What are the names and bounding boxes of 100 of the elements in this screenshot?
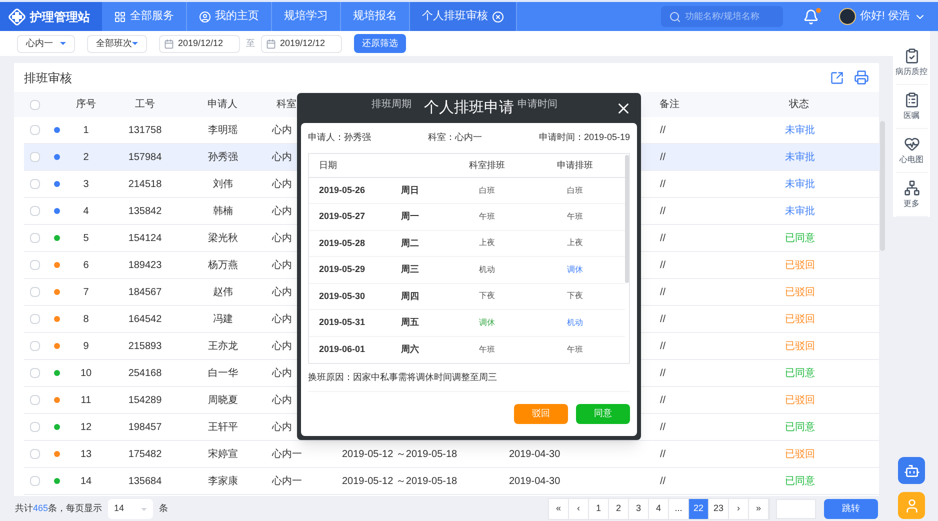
date-text: 2019-05-28 xyxy=(318,236,366,250)
remark-text: // xyxy=(660,260,666,270)
row-number: 9 xyxy=(83,340,89,352)
department-text: 心内 xyxy=(272,260,292,270)
department-text: 心内 xyxy=(272,286,292,298)
department-text: 心内 xyxy=(272,340,292,352)
department-text: 心内一 xyxy=(272,448,302,460)
weekday-text: 周一 xyxy=(401,210,420,224)
status-text: 已同意 xyxy=(785,368,815,378)
weekday-text: 周二 xyxy=(401,236,420,250)
column-header: 申请排班 xyxy=(556,158,594,172)
dialog-title: 个人排班申请 xyxy=(424,98,514,118)
date-text: 2019-06-01 xyxy=(318,342,366,356)
remark-text: // xyxy=(660,206,666,216)
date-text: 2019-05-31 xyxy=(318,316,366,330)
status-text: 已同意 xyxy=(785,476,815,486)
applicant-name: 韩楠 xyxy=(213,206,233,216)
status-text: 已驳回 xyxy=(785,314,815,324)
shift-text: 调休 xyxy=(479,318,495,327)
applicant-name: 李家康 xyxy=(208,476,238,486)
column-header: 日期 xyxy=(318,158,338,172)
shift-text: 调休 xyxy=(567,264,583,274)
row-number: 10 xyxy=(80,368,92,378)
remark-text: // xyxy=(660,476,666,486)
apply-date: 2019-04-30 xyxy=(509,476,560,486)
status-text: 未审批 xyxy=(785,124,815,136)
shift-text: 白班 xyxy=(479,186,495,195)
weekday-text: 周五 xyxy=(401,316,420,330)
status-text: 未审批 xyxy=(785,178,815,190)
status-text: 未审批 xyxy=(785,152,815,162)
row-number: 8 xyxy=(83,314,89,324)
employee-id: 164542 xyxy=(128,314,162,324)
shift-text: 午班 xyxy=(479,212,495,221)
employee-id: 198457 xyxy=(128,422,162,432)
remark-text: // xyxy=(660,340,666,352)
employee-id: 215893 xyxy=(128,340,162,352)
column-header: 序号 xyxy=(76,99,96,110)
department-text: 心内 xyxy=(272,368,292,378)
employee-id: 175482 xyxy=(128,448,162,460)
applicant-name: 李明瑶 xyxy=(208,124,238,136)
employee-id: 135684 xyxy=(128,476,162,486)
column-header: 申请时间 xyxy=(517,99,558,110)
applicant-name: 刘伟 xyxy=(213,178,233,190)
remark-text: // xyxy=(660,394,666,406)
app-title: 护理管理站 xyxy=(0,2,102,31)
weekday-text: 周四 xyxy=(401,290,420,303)
apply-date: 2019-04-30 xyxy=(509,448,560,460)
reason-text: 换班原因：因家中私事需将调休时间调整至周三 xyxy=(308,370,497,384)
applicant-name: 杨万燕 xyxy=(208,260,238,270)
department-info: 科室：心内一 xyxy=(428,131,482,144)
department-text: 心内 xyxy=(272,178,292,190)
applicant-name: 孙秀强 xyxy=(208,152,238,162)
period-text: 2019-05-12 ～2019-05-18 xyxy=(342,476,458,486)
panel-title: 排班审核 xyxy=(24,70,72,86)
column-header: 申请人 xyxy=(208,99,238,110)
remark-text: // xyxy=(660,286,666,298)
remark-text: // xyxy=(660,422,666,432)
department-text: 心内 xyxy=(272,422,292,432)
department-text: 心内 xyxy=(272,124,292,136)
period-text: 2019-05-12 ～2019-05-18 xyxy=(342,448,458,460)
status-text: 已驳回 xyxy=(785,260,815,270)
column-header: 科室 xyxy=(276,99,297,110)
applicant-name: 宋婷宣 xyxy=(208,448,238,460)
remark-text: // xyxy=(660,178,666,190)
column-header: 排班周期 xyxy=(372,99,412,110)
shift-text: 下夜 xyxy=(567,291,583,300)
row-number: 13 xyxy=(80,448,92,460)
employee-id: 135842 xyxy=(128,206,162,216)
applicant-name: 梁光秋 xyxy=(208,232,238,244)
weekday-text: 周六 xyxy=(401,342,420,356)
shift-text: 下夜 xyxy=(479,291,495,300)
shift-text: 午班 xyxy=(479,344,495,354)
column-header: 状态 xyxy=(789,99,810,110)
status-text: 已驳回 xyxy=(785,448,815,460)
row-number: 5 xyxy=(83,232,89,244)
row-number: 2 xyxy=(83,152,89,162)
date-text: 2019-05-30 xyxy=(318,290,366,303)
employee-id: 157984 xyxy=(128,152,162,162)
status-text: 已驳回 xyxy=(785,340,815,352)
remark-text: // xyxy=(660,314,666,324)
applicant-name: 王亦龙 xyxy=(208,340,238,352)
apply-time-info: 申请时间：2019-05-19 xyxy=(538,131,630,144)
column-header: 科室排班 xyxy=(468,158,506,172)
row-number: 12 xyxy=(80,422,92,432)
status-text: 未审批 xyxy=(785,206,815,216)
department-text: 心内 xyxy=(272,314,292,324)
total-suffix: 条，每页显示 xyxy=(48,502,102,516)
department-text: 心内 xyxy=(272,232,292,244)
shift-text: 午班 xyxy=(567,344,583,354)
weekday-text: 周三 xyxy=(401,263,420,276)
applicant-name: 白一华 xyxy=(208,368,238,378)
remark-text: // xyxy=(660,152,666,162)
employee-id: 254168 xyxy=(128,368,162,378)
row-number: 7 xyxy=(83,286,89,298)
department-text: 心内 xyxy=(272,206,292,216)
applicant-name: 王轩平 xyxy=(208,422,238,432)
status-text: 已同意 xyxy=(785,232,815,244)
employee-id: 189423 xyxy=(128,260,162,270)
date-text: 2019-05-27 xyxy=(318,210,366,224)
date-text: 2019-05-26 xyxy=(318,184,366,197)
